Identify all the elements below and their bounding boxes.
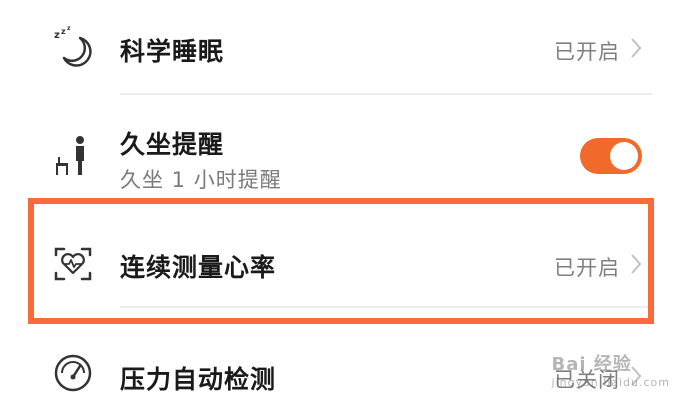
setting-title: 科学睡眠: [120, 37, 225, 66]
svg-text:z: z: [54, 30, 60, 41]
gauge-icon: [50, 350, 96, 396]
setting-row-continuous-heart-rate[interactable]: 连续测量心率 已开启: [0, 210, 680, 314]
sedentary-person-icon: [50, 133, 96, 179]
divider: [120, 306, 652, 308]
svg-text:z: z: [61, 27, 66, 36]
watermark-logo-text: Bai 经验: [551, 354, 632, 375]
toggle-knob: [610, 142, 638, 170]
setting-row-scientific-sleep[interactable]: z z z 科学睡眠 已开启: [0, 0, 680, 94]
setting-title: 压力自动检测: [120, 365, 277, 394]
status-text: 已开启: [554, 256, 620, 280]
setting-title: 连续测量心率: [120, 253, 277, 282]
sedentary-reminder-toggle[interactable]: [580, 138, 642, 174]
chevron-right-icon: [631, 38, 642, 58]
status-text: 已开启: [554, 40, 620, 64]
sleep-moon-icon: z z z: [50, 24, 96, 70]
svg-text:z: z: [67, 25, 71, 32]
heart-rate-scan-icon: [50, 241, 96, 287]
watermark-url: jingyan.baidu.com: [551, 376, 670, 389]
baidu-jingyan-watermark: Bai 经验 jingyan.baidu.com: [551, 350, 670, 389]
setting-row-sedentary-reminder: 久坐提醒 久坐 1 小时提醒: [0, 95, 680, 197]
setting-subtitle: 久坐 1 小时提醒: [120, 168, 282, 192]
chevron-right-icon: [631, 254, 642, 274]
setting-title: 久坐提醒: [120, 130, 225, 159]
settings-screen: z z z 科学睡眠 已开启 久坐提醒 久坐 1 小时提醒 连续测量心率 已开启…: [0, 0, 680, 403]
